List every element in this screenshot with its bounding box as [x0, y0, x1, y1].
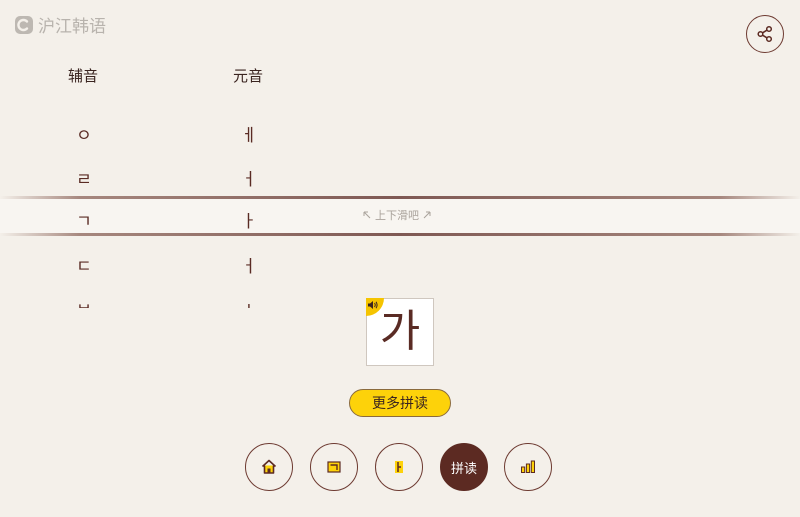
vowel-column-header: 元音: [233, 67, 264, 85]
consonant-item[interactable]: ㄹ: [76, 165, 92, 190]
nav-stats-button[interactable]: [504, 443, 552, 491]
more-spelling-button[interactable]: 更多拼读: [349, 389, 451, 417]
nav-spelling-label: 拼读: [450, 461, 477, 477]
nav-consonant-button[interactable]: [310, 443, 358, 491]
speaker-icon: [368, 301, 378, 309]
brand-logo: 沪江韩语: [14, 12, 106, 37]
syllable-text: 가: [379, 306, 421, 357]
consonant-item-selected[interactable]: ㄱ: [76, 207, 92, 232]
share-icon: [757, 25, 773, 43]
syllable-card[interactable]: 가: [366, 298, 434, 366]
share-button[interactable]: [746, 15, 784, 53]
swipe-hint: 上下滑吧: [362, 207, 432, 223]
home-icon: [261, 459, 277, 474]
vowel-item[interactable]: ㅗ: [241, 295, 257, 308]
consonant-item[interactable]: ㅂ: [76, 295, 92, 308]
consonant-icon: [327, 461, 341, 473]
vowel-item[interactable]: ㅓ: [241, 165, 257, 190]
nav-spelling-button[interactable]: 拼读: [440, 443, 488, 491]
brand-name: 沪江韩语: [38, 17, 106, 37]
stats-icon: [521, 460, 536, 473]
swipe-hint-text: 上下滑吧: [375, 209, 419, 222]
consonant-item[interactable]: ㅇ: [76, 121, 92, 146]
consonant-item[interactable]: ㄷ: [76, 252, 92, 277]
hujiang-logo-icon: [15, 15, 33, 34]
vowel-item[interactable]: ㅔ: [241, 121, 257, 146]
nav-home-button[interactable]: [245, 443, 293, 491]
arrow-up-left-icon: [363, 211, 371, 219]
arrow-up-right-icon: [423, 211, 431, 219]
vowel-item[interactable]: ㅓ: [241, 252, 257, 277]
vowel-item-selected[interactable]: ㅏ: [241, 207, 257, 232]
nav-vowel-button[interactable]: [375, 443, 423, 491]
consonant-column-header: 辅音: [68, 67, 99, 85]
band-bottom-line: [0, 233, 800, 236]
vowel-icon: [395, 461, 403, 473]
